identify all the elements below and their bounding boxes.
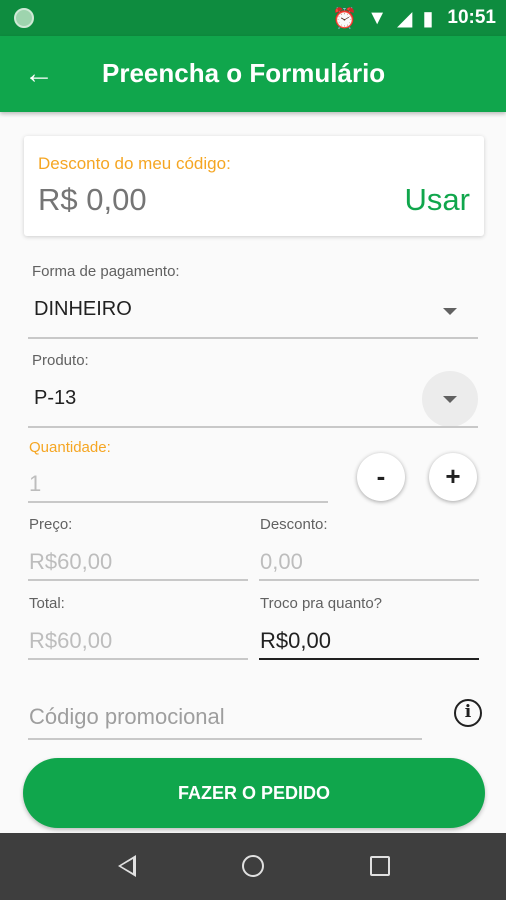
promo-code-placeholder: Código promocional <box>29 704 225 729</box>
alarm-icon: ⏰ <box>332 7 358 30</box>
change-label: Troco pra quanto? <box>260 595 383 612</box>
nav-recents-icon[interactable] <box>370 856 390 876</box>
product-underline <box>28 426 478 428</box>
product-value: P-13 <box>34 387 77 409</box>
change-underline <box>259 658 479 660</box>
product-label: Produto: <box>32 352 89 369</box>
payment-underline <box>28 337 478 339</box>
discount-card-label: Desconto do meu código: <box>38 154 231 173</box>
signal-icon: ◢ <box>396 7 413 30</box>
navigation-bar <box>0 833 506 900</box>
quantity-value: 1 <box>29 471 42 496</box>
nav-home-icon[interactable] <box>242 855 264 877</box>
discount-label: Desconto: <box>260 516 328 533</box>
status-bar: ⏰ ▼ ◢ ▮ 10:51 <box>0 0 506 36</box>
promo-code-underline <box>28 738 422 740</box>
price-label: Preço: <box>29 516 73 533</box>
wifi-icon: ▼ <box>367 6 387 29</box>
change-value: R$0,00 <box>260 628 331 653</box>
payment-label: Forma de pagamento: <box>32 263 180 280</box>
chevron-down-icon <box>443 396 457 403</box>
battery-icon: ▮ <box>422 7 434 30</box>
total-value: R$60,00 <box>29 628 113 653</box>
payment-value: DINHEIRO <box>34 298 132 320</box>
status-time: 10:51 <box>447 7 496 28</box>
increment-button[interactable]: + <box>429 453 477 501</box>
discount-underline <box>259 579 479 581</box>
quantity-underline <box>28 501 328 503</box>
use-button[interactable]: Usar <box>405 182 470 218</box>
price-underline <box>28 579 248 581</box>
total-label: Total: <box>29 595 65 612</box>
discount-card: Desconto do meu código: R$ 0,00 Usar <box>24 136 484 236</box>
notification-icon <box>14 8 34 28</box>
arrow-back-icon[interactable]: ← <box>24 56 56 92</box>
decrement-button[interactable]: - <box>357 453 405 501</box>
price-value: R$60,00 <box>29 549 113 574</box>
place-order-button[interactable]: FAZER O PEDIDO <box>23 758 485 828</box>
discount-card-value: R$ 0,00 <box>38 182 147 217</box>
discount-value: 0,00 <box>260 549 303 574</box>
app-bar: ← Preencha o Formulário <box>0 36 506 112</box>
page-title: Preencha o Formulário <box>102 58 386 88</box>
nav-back-icon[interactable] <box>118 855 136 877</box>
info-icon[interactable]: i <box>454 699 482 727</box>
quantity-label: Quantidade: <box>29 439 111 456</box>
status-icons: ⏰ ▼ ◢ ▮ 10:51 <box>332 0 496 36</box>
total-underline <box>28 658 248 660</box>
chevron-down-icon <box>443 308 457 315</box>
